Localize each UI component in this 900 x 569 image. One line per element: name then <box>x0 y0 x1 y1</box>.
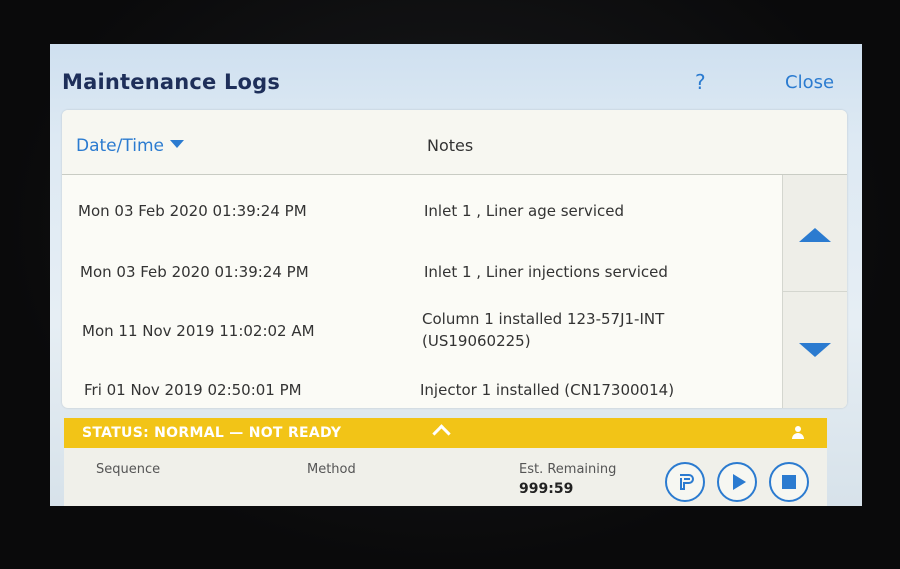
status-text: STATUS: NORMAL — NOT READY <box>82 425 342 441</box>
row-date: Fri 01 Nov 2019 02:50:01 PM <box>84 381 302 399</box>
sequence-label: Sequence <box>96 462 161 477</box>
stop-run-button[interactable] <box>769 462 809 502</box>
start-run-button[interactable] <box>717 462 757 502</box>
row-note: Injector 1 installed (CN17300014) <box>420 381 675 399</box>
user-icon[interactable] <box>791 426 805 440</box>
triangle-down-icon <box>799 343 831 357</box>
table-body: Mon 03 Feb 2020 01:39:24 PM Inlet 1 , Li… <box>62 175 782 408</box>
row-date: Mon 03 Feb 2020 01:39:24 PM <box>78 202 307 220</box>
prerun-button[interactable] <box>665 462 705 502</box>
row-note: Inlet 1 , Liner age serviced <box>424 202 624 220</box>
help-button[interactable]: ? <box>695 70 706 94</box>
chevron-up-icon[interactable] <box>432 424 451 443</box>
prerun-icon <box>680 474 694 490</box>
date-time-column-header[interactable]: Date/Time <box>76 136 184 156</box>
close-button[interactable]: Close <box>785 72 834 93</box>
date-time-column-label: Date/Time <box>76 136 164 156</box>
table-header: Date/Time Notes <box>62 110 847 175</box>
stop-icon <box>782 475 796 489</box>
screen: Maintenance Logs ? Close Date/Time Notes… <box>50 44 862 506</box>
est-remaining-value: 999:59 <box>519 481 574 497</box>
status-bar[interactable]: STATUS: NORMAL — NOT READY <box>64 418 827 448</box>
row-date: Mon 03 Feb 2020 01:39:24 PM <box>80 263 309 281</box>
play-icon <box>733 474 746 490</box>
row-date: Mon 11 Nov 2019 11:02:02 AM <box>82 322 315 340</box>
scroll-down-button[interactable] <box>783 292 847 408</box>
triangle-up-icon <box>799 228 831 242</box>
method-label: Method <box>307 462 356 477</box>
table-scrollbar <box>782 175 847 408</box>
page-title: Maintenance Logs <box>62 70 281 94</box>
row-note: Inlet 1 , Liner injections serviced <box>424 263 668 281</box>
notes-column-header: Notes <box>427 136 474 155</box>
scroll-up-button[interactable] <box>783 175 847 292</box>
est-remaining-label: Est. Remaining <box>519 462 617 477</box>
run-control-bar: Sequence Method Est. Remaining 999:59 <box>64 448 827 506</box>
row-note: Column 1 installed 123-57J1-INT (US19060… <box>422 310 665 350</box>
maintenance-log-table: Date/Time Notes Mon 03 Feb 2020 01:39:24… <box>62 110 847 408</box>
caret-down-icon <box>169 140 184 148</box>
